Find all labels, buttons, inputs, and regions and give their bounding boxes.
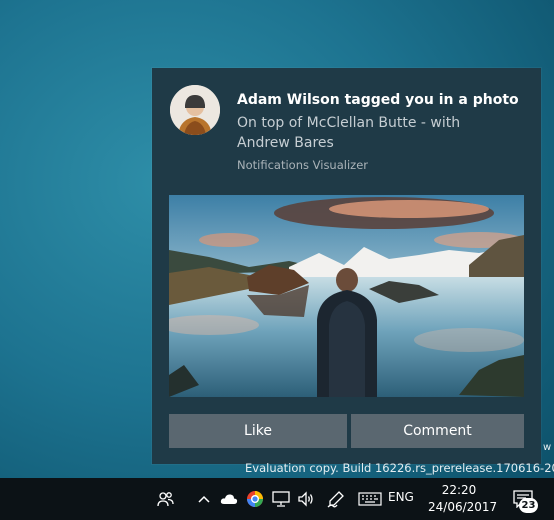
notification-body: On top of McClellan Butte - with Andrew …: [237, 115, 461, 151]
clock[interactable]: 22:20 24/06/2017: [428, 482, 498, 516]
language-indicator[interactable]: ENG: [388, 490, 414, 504]
chevron-up-icon[interactable]: [196, 490, 212, 508]
sender-avatar: [170, 85, 220, 135]
notification-toast[interactable]: Adam Wilson tagged you in a photo On top…: [152, 68, 541, 464]
taskbar: ENG 22:20 24/06/2017 23: [0, 478, 554, 520]
clock-time: 22:20: [441, 483, 477, 497]
keyboard-icon[interactable]: [357, 490, 383, 508]
watermark-fragment: w: [543, 442, 552, 453]
evaluation-watermark: Evaluation copy. Build 16226.rs_prerelea…: [245, 461, 554, 475]
hero-photo: [169, 195, 524, 397]
people-icon[interactable]: [156, 489, 176, 509]
color-app-icon[interactable]: [245, 489, 265, 509]
pen-icon[interactable]: [326, 489, 346, 509]
notification-title: Adam Wilson tagged you in a photo: [237, 92, 519, 108]
onedrive-cloud-icon[interactable]: [219, 490, 239, 508]
like-button[interactable]: Like: [169, 414, 347, 448]
notification-attribution: Notifications Visualizer: [237, 158, 368, 172]
notification-count-badge: 23: [519, 498, 538, 513]
volume-icon[interactable]: [296, 489, 316, 509]
clock-date: 24/06/2017: [428, 500, 498, 514]
network-icon[interactable]: [271, 489, 291, 509]
comment-button[interactable]: Comment: [351, 414, 524, 448]
